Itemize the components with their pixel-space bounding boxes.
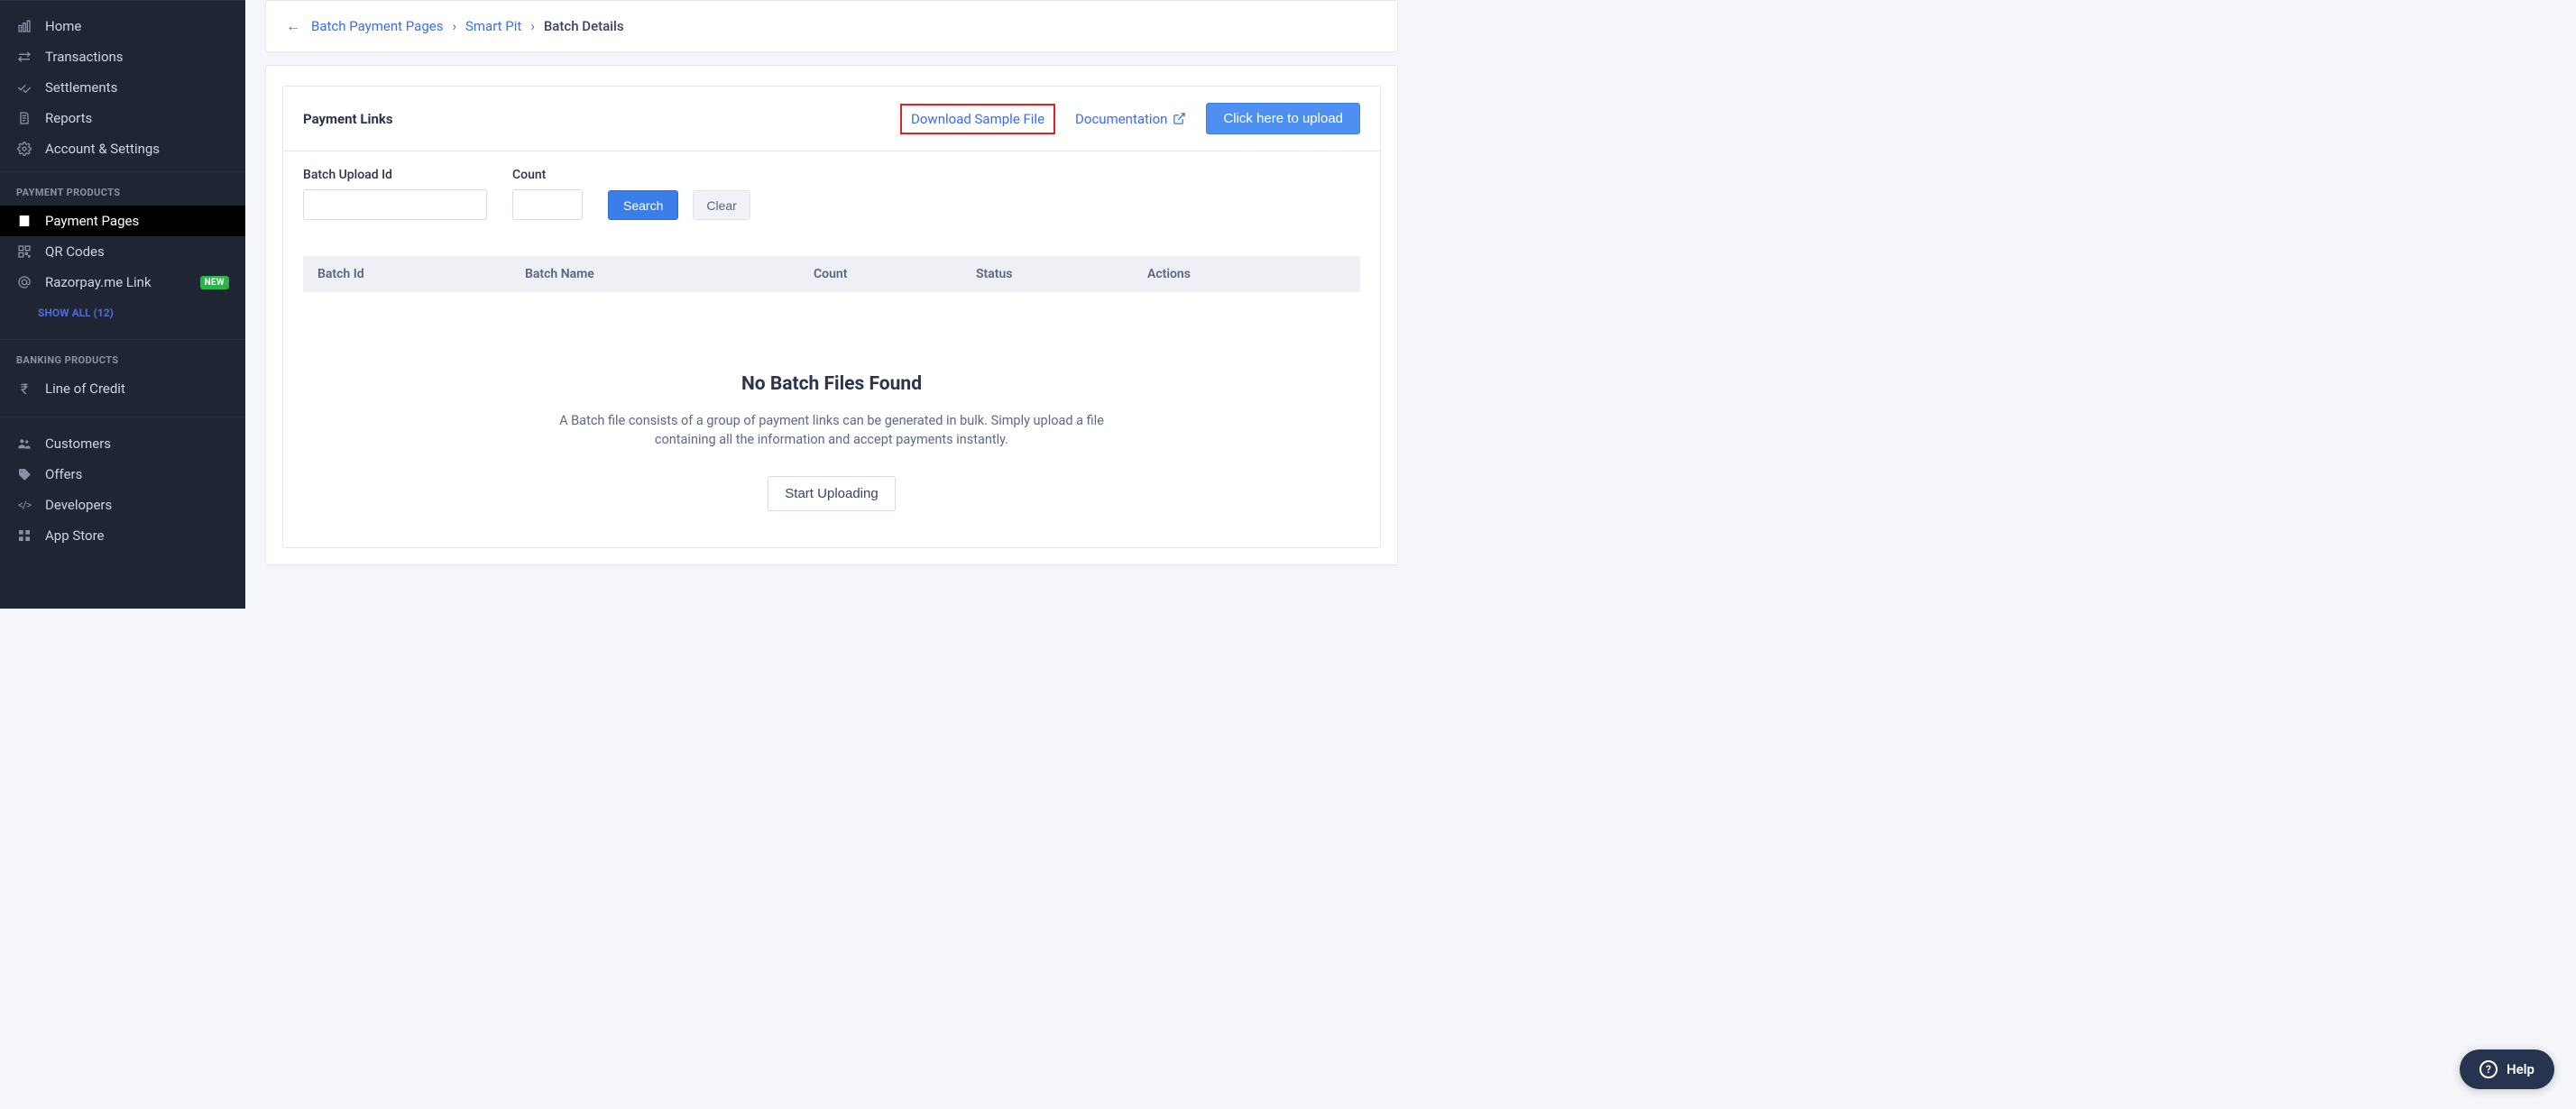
nav-settlements[interactable]: Settlements (0, 72, 245, 103)
home-icon (16, 18, 32, 34)
nav-qr-codes[interactable]: QR Codes (0, 236, 245, 267)
external-link-icon (1173, 112, 1186, 125)
page-icon (16, 213, 32, 229)
empty-state: No Batch Files Found A Batch file consis… (283, 373, 1380, 511)
documentation-link[interactable]: Documentation (1075, 111, 1186, 127)
nav-transactions[interactable]: Transactions (0, 41, 245, 72)
nav-line-of-credit[interactable]: ₹ Line of Credit (0, 373, 245, 404)
nav-label: App Store (45, 527, 104, 544)
card-title: Payment Links (303, 111, 393, 127)
table-header: Batch Id Batch Name Count Status Actions (303, 256, 1360, 292)
search-button[interactable]: Search (608, 190, 678, 220)
back-arrow-icon[interactable]: ← (286, 17, 300, 35)
filter-count-input[interactable] (512, 189, 583, 220)
tag-icon (16, 466, 32, 482)
breadcrumb: ← Batch Payment Pages › Smart Pit › Batc… (265, 0, 1398, 52)
help-icon: ? (2479, 1060, 2498, 1078)
nav-label: Razorpay.me Link (45, 274, 152, 290)
content-card: Payment Links Download Sample File Docum… (265, 65, 1398, 565)
grid-icon (16, 527, 32, 544)
filter-batchid-label: Batch Upload Id (303, 168, 487, 182)
clear-button[interactable]: Clear (693, 190, 750, 220)
nav-label: Offers (45, 466, 82, 482)
nav-label: Settlements (45, 79, 117, 96)
nav-label: Payment Pages (45, 213, 139, 229)
inner-card: Payment Links Download Sample File Docum… (282, 86, 1381, 548)
section-banking-products: BANKING PRODUCTS (0, 340, 245, 373)
nav-label: Transactions (45, 49, 124, 65)
breadcrumb-batch-payment-pages[interactable]: Batch Payment Pages (311, 18, 443, 34)
breadcrumb-sep: › (530, 18, 535, 34)
at-icon (16, 274, 32, 290)
nav-label: Customers (45, 435, 111, 452)
section-payment-products: PAYMENT PRODUCTS (0, 172, 245, 206)
th-actions: Actions (1147, 267, 1346, 281)
breadcrumb-sep: › (452, 18, 456, 34)
nav-razorpay-me[interactable]: Razorpay.me Link NEW (0, 267, 245, 298)
nav-offers[interactable]: Offers (0, 459, 245, 490)
filter-batchid-input[interactable] (303, 189, 487, 220)
users-icon (16, 435, 32, 452)
th-status: Status (976, 267, 1147, 281)
filters: Batch Upload Id Count Search Clear (283, 151, 1380, 225)
nav-payment-pages[interactable]: Payment Pages (0, 206, 245, 236)
start-uploading-button[interactable]: Start Uploading (768, 476, 895, 511)
show-all-link[interactable]: SHOW ALL (12) (0, 298, 245, 332)
filter-count-label: Count (512, 168, 583, 182)
breadcrumb-current: Batch Details (544, 18, 624, 34)
nav-label: Line of Credit (45, 380, 125, 397)
help-button[interactable]: ? Help (2460, 1049, 2554, 1089)
empty-description: A Batch file consists of a group of paym… (543, 411, 1120, 449)
nav-home[interactable]: Home (0, 11, 245, 41)
th-batch-id: Batch Id (317, 267, 525, 281)
code-icon: </> (16, 497, 32, 513)
qr-icon (16, 243, 32, 260)
filter-count: Count (512, 168, 583, 220)
card-header: Payment Links Download Sample File Docum… (283, 87, 1380, 151)
gear-icon (16, 141, 32, 157)
download-sample-link[interactable]: Download Sample File (900, 104, 1055, 134)
file-icon (16, 110, 32, 126)
th-batch-name: Batch Name (525, 267, 814, 281)
upload-button[interactable]: Click here to upload (1206, 103, 1360, 134)
rupee-icon: ₹ (16, 380, 32, 397)
breadcrumb-smart-pit[interactable]: Smart Pit (465, 18, 521, 34)
nav-label: Developers (45, 497, 112, 513)
nav-label: QR Codes (45, 243, 105, 260)
nav-label: Home (45, 18, 81, 34)
nav-customers[interactable]: Customers (0, 428, 245, 459)
swap-icon (16, 49, 32, 65)
check-double-icon (16, 79, 32, 96)
nav-label: Reports (45, 110, 92, 126)
nav-account-settings[interactable]: Account & Settings (0, 133, 245, 164)
empty-title: No Batch Files Found (319, 373, 1344, 395)
th-count: Count (814, 267, 976, 281)
new-badge: NEW (200, 276, 229, 289)
filter-batchid: Batch Upload Id (303, 168, 487, 220)
help-label: Help (2507, 1061, 2535, 1077)
nav-reports[interactable]: Reports (0, 103, 245, 133)
main-content: ← Batch Payment Pages › Smart Pit › Batc… (245, 0, 1414, 609)
nav-label: Account & Settings (45, 141, 160, 157)
sidebar: Home Transactions Settlements Reports Ac… (0, 0, 245, 609)
nav-app-store[interactable]: App Store (0, 520, 245, 551)
documentation-label: Documentation (1075, 111, 1167, 127)
nav-developers[interactable]: </> Developers (0, 490, 245, 520)
